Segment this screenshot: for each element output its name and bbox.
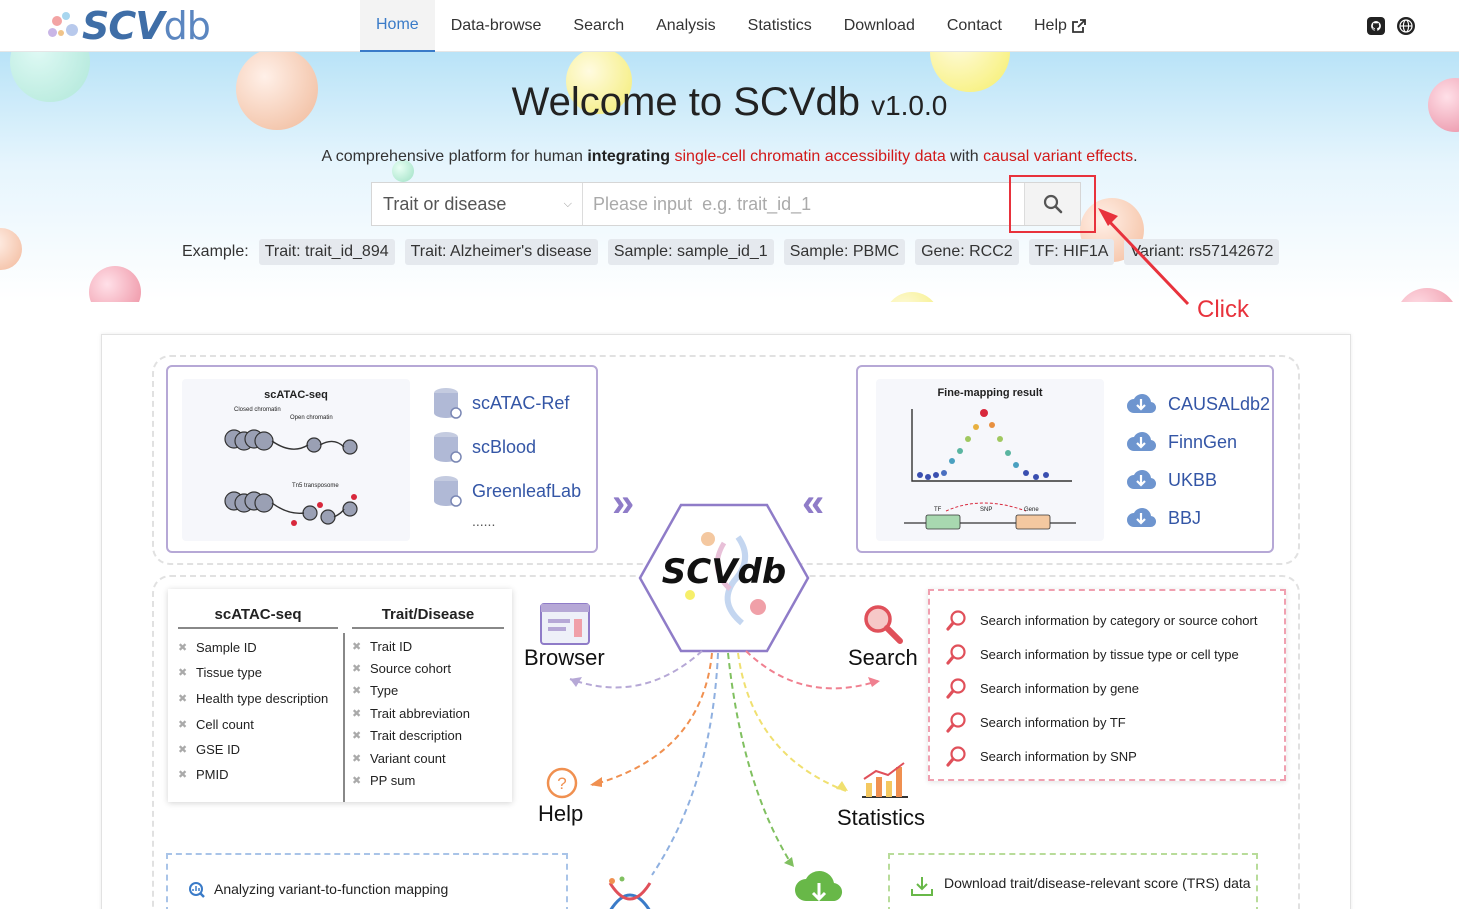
- github-icon[interactable]: [1367, 17, 1385, 35]
- nav-analysis[interactable]: Analysis: [640, 0, 732, 52]
- download-card: Download trait/disease-relevant score (T…: [888, 853, 1258, 909]
- example-chip[interactable]: Trait: Alzheimer's disease: [404, 239, 598, 265]
- example-chip[interactable]: Trait: trait_id_894: [258, 239, 395, 265]
- nav-search[interactable]: Search: [557, 0, 640, 52]
- external-link-icon: [1071, 19, 1086, 33]
- dna-analysis-icon: [608, 876, 652, 909]
- search-category-value: Trait or disease: [383, 193, 507, 214]
- nav-download[interactable]: Download: [828, 0, 931, 52]
- logo-cells-icon: [44, 8, 84, 44]
- subtitle-highlight-2: causal variant effects: [983, 148, 1134, 165]
- subtitle-end: .: [1133, 148, 1138, 165]
- nav-home[interactable]: Home: [360, 0, 435, 52]
- subtitle-prefix: A comprehensive platform for human: [321, 148, 588, 165]
- download-item-text: Download trait/disease-relevant score (T…: [944, 875, 1251, 891]
- hero-banner: Welcome to SCVdb v1.0.0 A comprehensive …: [0, 52, 1459, 302]
- decor-bubble: [884, 292, 940, 302]
- nav-help[interactable]: Help: [1018, 0, 1102, 52]
- annotation-arrow: [1098, 208, 1190, 306]
- connector-arrows: [569, 650, 880, 876]
- hero-title: Welcome to SCVdb v1.0.0: [0, 80, 1459, 125]
- analysis-magnifier-icon: [189, 882, 205, 898]
- search-bar: Trait or disease ⌵: [371, 182, 1081, 226]
- analysis-card: Analyzing variant-to-function mapping: [166, 853, 568, 909]
- hero-subtitle: A comprehensive platform for human integ…: [0, 148, 1459, 166]
- logo-text-db: db: [163, 4, 211, 48]
- statistics-feature-label: Statistics: [837, 805, 926, 830]
- annotation-click-label: Click: [1197, 296, 1249, 323]
- help-feature-label: Help: [538, 801, 584, 826]
- subtitle-mid: with: [945, 148, 984, 165]
- nav-contact[interactable]: Contact: [931, 0, 1018, 52]
- subtitle-highlight-1: single-cell chromatin accessibility data: [674, 148, 946, 165]
- search-category-select[interactable]: Trait or disease ⌵: [372, 183, 583, 225]
- download-arrow-icon: [911, 877, 933, 896]
- subtitle-bold: integrating: [587, 148, 671, 165]
- hero-title-text: Welcome to SCVdb: [511, 80, 860, 124]
- globe-icon[interactable]: [1397, 17, 1415, 35]
- logo-text-main: SCV: [82, 4, 165, 48]
- example-chip[interactable]: Gene: RCC2: [915, 239, 1019, 265]
- nav-data-browse[interactable]: Data-browse: [435, 0, 558, 52]
- question-circle-icon: ?: [546, 767, 578, 799]
- search-input[interactable]: [583, 183, 1024, 225]
- decor-bubble: [1396, 288, 1458, 302]
- bar-chart-icon: [862, 762, 908, 798]
- chevron-down-icon: ⌵: [563, 197, 572, 210]
- analysis-item-text: Analyzing variant-to-function mapping: [214, 881, 449, 897]
- annotation-highlight-box: [1009, 175, 1096, 233]
- cloud-download-green-icon: [795, 870, 843, 902]
- nav-help-label: Help: [1033, 17, 1067, 34]
- overview-diagram: scATAC-seq Closed chromatin Open chromat…: [101, 334, 1351, 909]
- hero-version: v1.0.0: [871, 90, 948, 121]
- top-navbar: SCVdb Home Data-browse Search Analysis S…: [0, 0, 1459, 52]
- nav-statistics[interactable]: Statistics: [732, 0, 828, 52]
- decor-bubble: [0, 228, 22, 270]
- example-chip[interactable]: Sample: sample_id_1: [607, 239, 774, 265]
- decor-bubble: [89, 266, 141, 302]
- scvdb-logo[interactable]: SCVdb: [44, 4, 211, 48]
- example-chip[interactable]: Sample: PBMC: [783, 239, 906, 265]
- svg-text:?: ?: [557, 774, 566, 793]
- examples-label: Example:: [182, 243, 249, 260]
- main-nav: Home Data-browse Search Analysis Statist…: [360, 0, 1102, 52]
